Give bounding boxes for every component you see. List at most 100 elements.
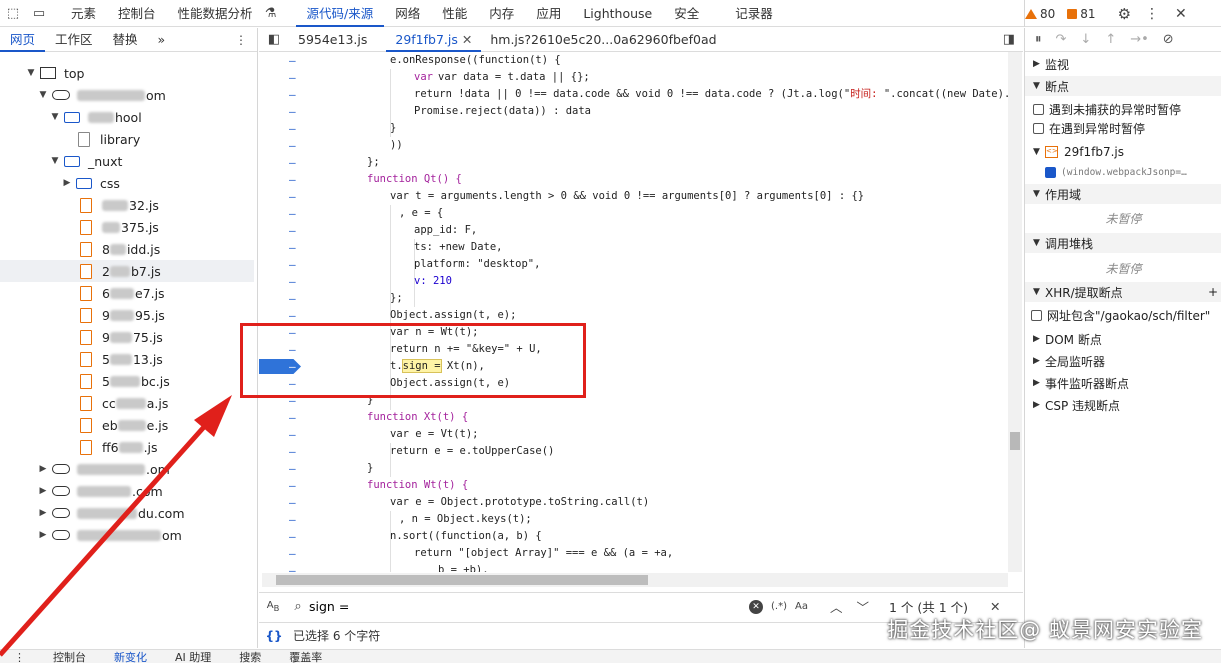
tree-file[interactable]: 9 95.js (80, 304, 165, 326)
drawer-tab-whats-new[interactable]: 新变化 (100, 650, 161, 663)
next-match-icon[interactable]: ﹀ (856, 597, 869, 616)
checkbox[interactable] (1031, 309, 1042, 321)
vertical-scrollbar[interactable] (1008, 52, 1022, 572)
pause-caught-option[interactable]: 在遇到异常时暂停 (1025, 118, 1221, 138)
more-tabs-icon[interactable]: » (148, 28, 176, 52)
braces-icon[interactable]: {} (259, 629, 289, 643)
section-scope[interactable]: ▼ 作用域 (1025, 184, 1221, 204)
tree-file[interactable]: ff6 .js (80, 436, 158, 458)
editor-tab-5954e13[interactable]: 5954e13.js (289, 28, 376, 52)
tree-domain[interactable]: ▶ .com (38, 480, 163, 502)
section-xhr-breakpoints[interactable]: ▼ XHR/提取断点 + (1025, 282, 1221, 302)
gear-icon[interactable]: ⚙ (1118, 5, 1131, 23)
tree-folder-school[interactable]: ▼ hool (50, 106, 142, 128)
previous-match-icon[interactable]: ︿ (830, 597, 843, 616)
scrollbar-thumb[interactable] (1010, 432, 1020, 450)
scrollbar-thumb[interactable] (276, 575, 648, 585)
tree-file[interactable]: eb e.js (80, 414, 168, 436)
device-toolbar-icon[interactable]: ▭ (26, 0, 52, 27)
close-tab-icon[interactable]: ✕ (462, 32, 472, 47)
xhr-breakpoint-item[interactable]: 网址包含"/gaokao/sch/filter" (1025, 305, 1221, 325)
checkbox[interactable] (1033, 122, 1044, 134)
step-icon[interactable]: →• (1130, 32, 1149, 47)
section-dom-breakpoints[interactable]: ▶ DOM 断点 (1025, 329, 1221, 349)
section-breakpoints[interactable]: ▼ 断点 (1025, 76, 1221, 96)
tab-elements[interactable]: 元素 (60, 0, 107, 27)
xhr-breakpoint-label: 网址包含"/gaokao/sch/filter" (1047, 308, 1211, 323)
tree-domain[interactable]: ▶ om (38, 524, 182, 546)
toggle-navigator-icon[interactable]: ◧ (259, 32, 289, 47)
chevron-down-icon: ▼ (27, 68, 35, 78)
more-options-icon[interactable]: ⋮ (1145, 6, 1159, 22)
tree-file[interactable]: 5 13.js (80, 348, 163, 370)
toggle-debugger-icon[interactable]: ◨ (1003, 32, 1015, 47)
tree-domain[interactable]: ▶ .om (38, 458, 170, 480)
code-line: – return e = e.toUpperCase() (289, 445, 555, 458)
drawer-menu-icon[interactable]: ⋮ (0, 650, 39, 663)
horizontal-scrollbar[interactable] (262, 573, 1008, 587)
tab-overrides[interactable]: 替换 (103, 28, 148, 52)
pause-uncaught-option[interactable]: 遇到未捕获的异常时暂停 (1025, 99, 1221, 119)
deactivate-breakpoints-icon[interactable]: ⊘ (1163, 32, 1174, 47)
tab-performance[interactable]: 性能 (431, 0, 478, 27)
editor-tab-29f1fb7[interactable]: 29f1fb7.js ✕ (386, 28, 482, 52)
tab-security[interactable]: 安全 (663, 0, 710, 27)
drawer-tab-search[interactable]: 搜索 (225, 650, 275, 663)
tree-file[interactable]: 9 75.js (80, 326, 163, 348)
regex-toggle[interactable]: (.*) (771, 601, 787, 612)
section-event-listener-breakpoints[interactable]: ▶ 事件监听器断点 (1025, 373, 1221, 393)
section-global-listeners[interactable]: ▶ 全局监听器 (1025, 351, 1221, 371)
tree-file[interactable]: 32.js (80, 194, 159, 216)
clear-search-icon[interactable]: ✕ (749, 599, 763, 614)
tab-workspace[interactable]: 工作区 (45, 28, 103, 52)
tree-file-library[interactable]: library (78, 128, 140, 150)
inspect-element-icon[interactable]: ⬚ (0, 0, 26, 27)
tree-top[interactable]: ▼ top (26, 62, 85, 84)
navigator-menu-icon[interactable]: ⋮ (235, 33, 247, 47)
case-sensitive-toggle[interactable]: Aa (795, 601, 808, 612)
search-input[interactable] (309, 599, 749, 614)
editor-tab-hm[interactable]: hm.js?2610e5c20...0a62960fbef0ad (481, 28, 725, 52)
code-area[interactable]: – e.onResponse((function(t) { – var var dat… (259, 52, 1011, 572)
step-into-icon[interactable]: ↓ (1080, 32, 1091, 47)
tree-folder-css[interactable]: ▶ css (62, 172, 120, 194)
tree-file[interactable]: 375.js (80, 216, 159, 238)
errors-badge[interactable]: 81 (1067, 7, 1096, 21)
pause-icon[interactable]: ⏸ (1035, 32, 1042, 47)
tab-lighthouse[interactable]: Lighthouse (572, 0, 663, 27)
tree-file[interactable]: 8 idd.js (80, 238, 160, 260)
tab-network[interactable]: 网络 (384, 0, 431, 27)
tree-file[interactable]: 5 bc.js (80, 370, 170, 392)
tree-domain-1[interactable]: ▼ om (38, 84, 166, 106)
breakpoint-entry[interactable]: (window.webpackJsonp=… (1025, 162, 1221, 182)
tree-file[interactable]: 6 e7.js (80, 282, 165, 304)
match-case-toggle-icon[interactable]: AB (259, 600, 287, 613)
tab-sources[interactable]: 源代码/来源 (295, 0, 385, 27)
warnings-badge[interactable]: 80 (1025, 7, 1055, 21)
drawer-tab-console[interactable]: 控制台 (39, 650, 100, 663)
code-line: –, e = { (289, 207, 444, 220)
tab-console[interactable]: 控制台 (107, 0, 167, 27)
add-icon[interactable]: + (1208, 285, 1218, 299)
drawer-tab-coverage[interactable]: 覆盖率 (275, 650, 336, 663)
tab-page[interactable]: 网页 (0, 28, 46, 52)
tab-recorder[interactable]: 记录器 (724, 0, 784, 27)
step-over-icon[interactable]: ↷ (1056, 32, 1067, 47)
tree-folder-nuxt[interactable]: ▼ _nuxt (50, 150, 123, 172)
tree-file-selected[interactable]: 2 b7.js (0, 260, 254, 282)
checkbox[interactable] (1033, 103, 1044, 115)
close-icon[interactable]: ✕ (1175, 6, 1187, 22)
tree-file[interactable]: cc a.js (80, 392, 168, 414)
section-call-stack[interactable]: ▼ 调用堆栈 (1025, 233, 1221, 253)
section-watch[interactable]: ▶ 监视 (1025, 54, 1221, 74)
close-search-icon[interactable]: ✕ (990, 599, 1000, 614)
tab-performance-insights[interactable]: 性能数据分析 (167, 0, 264, 27)
tree-domain[interactable]: ▶ du.com (38, 502, 185, 524)
tab-application[interactable]: 应用 (525, 0, 572, 27)
drawer-tab-ai-assistant[interactable]: AI 助理 (161, 650, 225, 663)
breakpoint-file[interactable]: ▼ <> 29f1fb7.js (1025, 142, 1221, 162)
checkbox-checked[interactable] (1045, 166, 1056, 178)
tab-memory[interactable]: 内存 (478, 0, 525, 27)
section-csp-breakpoints[interactable]: ▶ CSP 违规断点 (1025, 395, 1221, 415)
step-out-icon[interactable]: ↑ (1105, 32, 1116, 47)
